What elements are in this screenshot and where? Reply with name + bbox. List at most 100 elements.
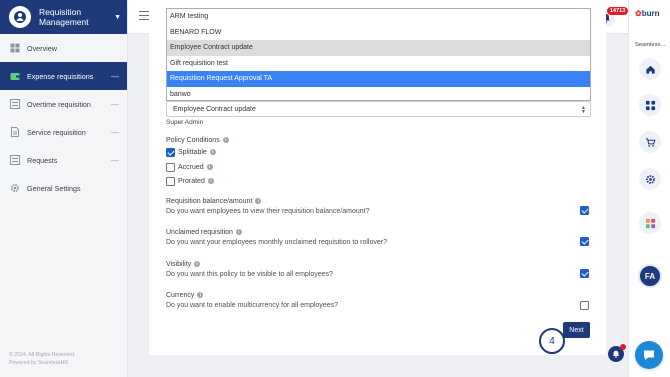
policy-select[interactable]: Employee Contract update ▲ ▼ [166, 101, 591, 117]
list-icon [10, 99, 20, 109]
info-icon[interactable]: i [194, 261, 201, 268]
sidebar-item-label: Requests [27, 155, 58, 165]
currency-setting-title: Currency [166, 292, 195, 299]
balance-setting-checkbox[interactable] [580, 206, 589, 215]
bell-icon [612, 350, 620, 358]
document-icon [10, 127, 20, 137]
copyright-text: © 2024. All Rights Reserved. [9, 352, 76, 358]
info-icon[interactable]: i [207, 178, 214, 185]
visibility-setting-title: Visibility [166, 261, 192, 268]
visibility-setting-checkbox[interactable] [580, 269, 589, 278]
apps-grid-icon [645, 100, 655, 110]
info-icon[interactable]: i [206, 164, 213, 171]
sidebar-item-label: Service requisition [27, 127, 86, 137]
info-icon[interactable]: i [255, 198, 262, 205]
home-button[interactable] [639, 58, 661, 80]
policy-select-value: Employee Contract update [173, 106, 256, 113]
dropdown-option[interactable]: ARM testing [167, 9, 590, 25]
expand-icon[interactable]: — [111, 156, 119, 165]
notification-count-badge: 14713 [607, 7, 629, 15]
unclaimed-setting-description: Do you want your employees monthly uncla… [166, 239, 387, 246]
expand-icon[interactable]: — [111, 72, 119, 81]
company-logo[interactable]: ✿burn [635, 9, 659, 18]
powered-by-text: Powered by SeamlessHR [9, 359, 69, 366]
colorful-grid-icon [645, 218, 655, 228]
sidebar-item-expense-requisitions[interactable]: Expense requisitions — [0, 62, 127, 90]
right-rail: ✿burn Seamless... FA [628, 0, 670, 377]
info-icon[interactable]: i [222, 137, 229, 144]
unclaimed-setting-checkbox[interactable] [580, 237, 589, 246]
approver-label: Super Admin [166, 119, 204, 126]
unclaimed-setting-title-wrap: Unclaimed requisition i [166, 229, 242, 236]
home-icon [645, 65, 655, 74]
cart-icon [645, 137, 655, 147]
policy-conditions-heading: Policy Conditions i [166, 137, 229, 144]
select-arrows-icon: ▲ ▼ [581, 105, 586, 115]
footer: © 2024. All Rights Reserved. Powered by … [9, 352, 75, 367]
chat-icon [644, 350, 654, 360]
currency-setting-title-wrap: Currency i [166, 292, 204, 299]
prorated-checkbox[interactable] [166, 177, 175, 186]
splittable-checkbox[interactable] [166, 148, 175, 157]
sidebar-item-label: Overtime requisition [27, 99, 91, 109]
sidebar-item-overview[interactable]: Overview [0, 34, 127, 62]
balance-setting-title-wrap: Requisition balance/amount i [166, 198, 262, 205]
accrued-checkbox[interactable] [166, 163, 175, 172]
currency-setting-checkbox[interactable] [580, 301, 589, 310]
policy-conditions-label: Policy Conditions [166, 137, 220, 144]
sidebar-item-general-settings[interactable]: General Settings [0, 174, 127, 202]
dropdown-option[interactable]: Gift requisition test [167, 56, 590, 72]
app-switcher[interactable]: Requisition Management ▼ [0, 0, 127, 34]
visibility-setting-description: Do you want this policy to be visible to… [166, 271, 333, 278]
grid-icon [10, 43, 20, 53]
splittable-label-wrap: Splittable i [178, 149, 216, 156]
next-button[interactable]: Next [563, 322, 590, 338]
sidebar-item-label: General Settings [27, 183, 81, 193]
sidebar-item-label: Overview [27, 43, 57, 53]
settings-button[interactable] [639, 168, 661, 190]
app-title: Requisition Management [39, 7, 89, 27]
dropdown-option[interactable]: banwo [167, 87, 590, 103]
accrued-label: Accrued [178, 164, 204, 171]
info-icon[interactable]: i [197, 292, 204, 299]
sidebar: Requisition Management ▼ Overview Expens… [0, 0, 128, 377]
prorated-label-wrap: Prorated i [178, 178, 214, 185]
dropdown-option-selected[interactable]: Requisition Request Approval TA [167, 71, 590, 87]
currency-setting-description: Do you want to enable multicurrency for … [166, 302, 338, 309]
prorated-label: Prorated [178, 178, 205, 185]
color-apps-button[interactable] [639, 212, 661, 234]
splittable-label: Splittable [178, 149, 207, 156]
rail-caption: Seamless... [635, 42, 666, 48]
expand-icon[interactable]: — [111, 100, 119, 109]
avatar[interactable]: FA [638, 264, 662, 288]
gear-icon [645, 174, 655, 184]
gear-icon [10, 183, 20, 193]
floating-notification-badge [620, 344, 626, 350]
app-logo [9, 6, 31, 28]
step-indicator: 4 [539, 328, 565, 354]
visibility-setting-title-wrap: Visibility i [166, 261, 201, 268]
sidebar-item-requests[interactable]: Requests — [0, 146, 127, 174]
sidebar-item-label: Expense requisitions [27, 71, 94, 81]
accrued-label-wrap: Accrued i [178, 164, 213, 171]
balance-setting-description: Do you want employees to view their requ… [166, 208, 370, 215]
menu-icon[interactable] [139, 11, 149, 20]
sidebar-item-overtime-requisition[interactable]: Overtime requisition — [0, 90, 127, 118]
unclaimed-setting-title: Unclaimed requisition [166, 229, 233, 236]
chevron-down-icon[interactable]: ▼ [114, 14, 121, 21]
chat-button[interactable] [635, 341, 663, 369]
dropdown-option[interactable]: BENARD FLOW [167, 25, 590, 41]
policy-dropdown-list[interactable]: ARM testing BENARD FLOW Employee Contrac… [166, 8, 591, 101]
balance-setting-title: Requisition balance/amount [166, 198, 253, 205]
info-icon[interactable]: i [209, 149, 216, 156]
info-icon[interactable]: i [235, 229, 242, 236]
wallet-icon [10, 71, 20, 81]
expand-icon[interactable]: — [111, 128, 119, 137]
dropdown-option-hovered[interactable]: Employee Contract update [167, 40, 590, 56]
cart-button[interactable] [639, 131, 661, 153]
company-logo-text: burn [641, 9, 660, 18]
list-icon [10, 155, 20, 165]
sidebar-nav: Overview Expense requisitions — Overtime… [0, 34, 127, 202]
sidebar-item-service-requisition[interactable]: Service requisition — [0, 118, 127, 146]
apps-button[interactable] [639, 94, 661, 116]
